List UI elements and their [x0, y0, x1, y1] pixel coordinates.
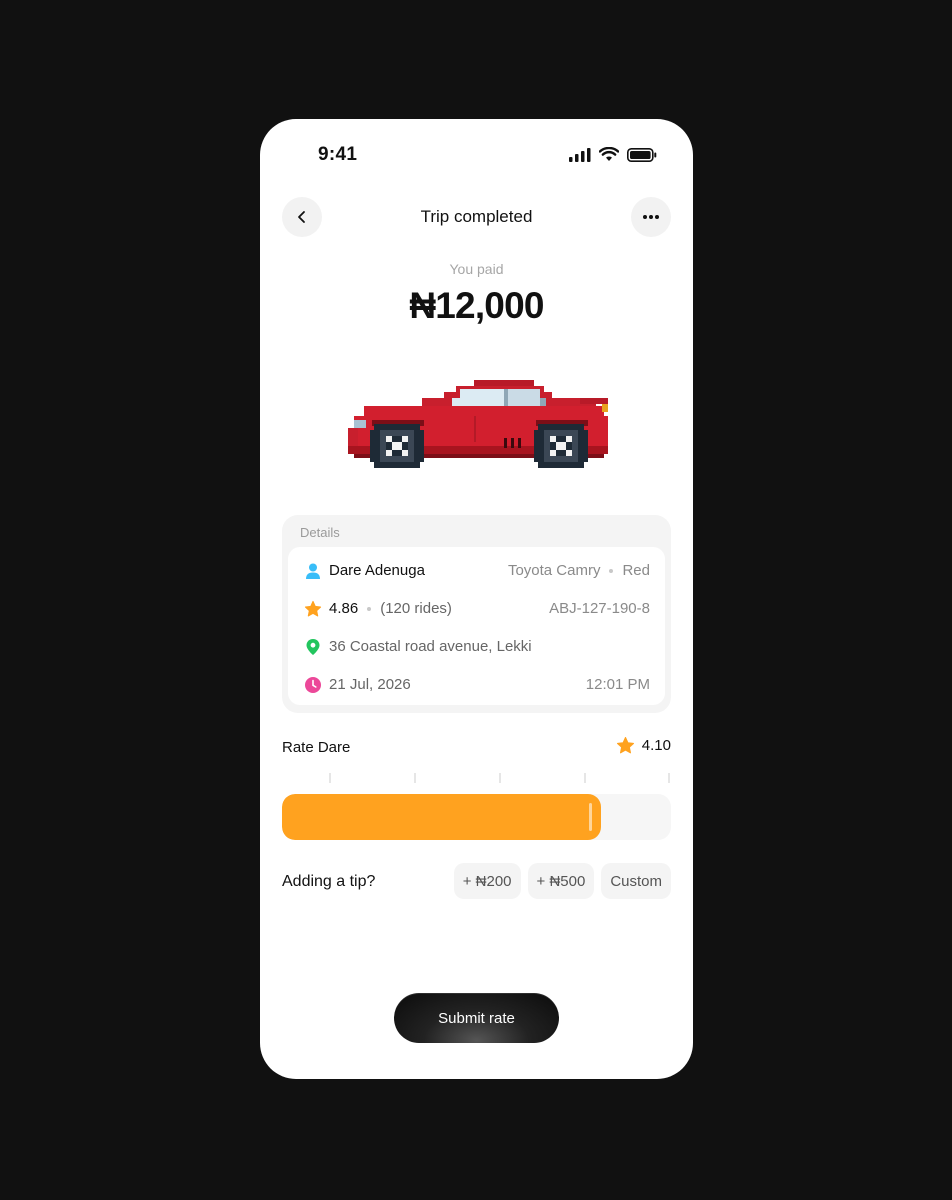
phone-screen: 9:41 Trip completed You paid ₦12,000 Det…: [260, 119, 693, 1079]
car-model: Toyota Camry: [507, 562, 601, 579]
status-time: 9:41: [318, 144, 358, 165]
car-wheel: [370, 424, 424, 468]
paid-amount: ₦12,000: [409, 285, 544, 326]
tip-500-button[interactable]: + ₦500: [527, 863, 595, 899]
vehicle-info: Toyota Camry Red: [508, 562, 650, 579]
driver-row: Dare Adenuga Toyota Camry Red: [288, 559, 665, 583]
rate-value-display: 4.10: [616, 736, 671, 755]
battery-icon: [627, 147, 657, 162]
wifi-icon: [599, 147, 619, 161]
rating-slider-handle[interactable]: [589, 803, 592, 831]
car-illustration: [348, 380, 608, 468]
trip-address: 36 Coastal road avenue, Lekki: [329, 638, 532, 655]
tick-mark: [414, 773, 416, 783]
rating-slider[interactable]: [282, 794, 671, 840]
details-title: Details: [300, 525, 340, 540]
address-row: 36 Coastal road avenue, Lekki: [288, 635, 665, 659]
star-icon: [304, 600, 322, 617]
datetime-row: 21 Jul, 2026 12:01 PM: [288, 673, 665, 697]
tick-mark: [584, 773, 586, 783]
tip-200-button[interactable]: + ₦200: [453, 863, 521, 899]
tick-mark: [668, 773, 670, 783]
ride-count: (120 rides): [380, 600, 452, 617]
signal-icon: [569, 147, 591, 162]
trip-time: 12:01 PM: [585, 676, 650, 693]
star-icon: [616, 736, 634, 754]
tip-custom-button[interactable]: Custom: [601, 863, 671, 899]
paid-label: You paid: [449, 261, 504, 277]
details-card: Details Dare Adenuga Toyota Camry Red 4.8…: [282, 515, 671, 713]
ellipsis-icon: [643, 215, 659, 219]
car-wheel: [534, 424, 588, 468]
tip-options: + ₦200 + ₦500 Custom: [453, 863, 671, 899]
rate-label: Rate Dare: [282, 739, 351, 756]
tick-mark: [329, 773, 331, 783]
driver-rating: 4.86: [329, 600, 359, 617]
plate-number: ABJ-127-190-8: [549, 600, 650, 617]
rating-row: 4.86 (120 rides) ABJ-127-190-8: [288, 597, 665, 621]
rating-slider-fill: [282, 794, 601, 840]
separator-dot: [609, 569, 614, 574]
location-pin-icon: [306, 639, 320, 655]
page-title: Trip completed: [420, 207, 533, 226]
rate-value: 4.10: [641, 737, 671, 754]
details-list: Dare Adenuga Toyota Camry Red 4.86 (120 ri…: [288, 547, 665, 705]
driver-name: Dare Adenuga: [329, 562, 425, 579]
rating-ticks: [282, 773, 671, 785]
tip-label: Adding a tip?: [282, 873, 376, 890]
clock-icon: [305, 677, 321, 693]
tick-mark: [499, 773, 501, 783]
person-icon: [306, 563, 320, 579]
submit-rate-button[interactable]: Submit rate: [394, 993, 559, 1043]
car-color: Red: [622, 562, 650, 579]
status-icons: [569, 147, 657, 162]
driver-rating-info: 4.86 (120 rides): [329, 600, 452, 617]
trip-date: 21 Jul, 2026: [329, 676, 411, 693]
separator-dot: [367, 607, 372, 612]
more-button[interactable]: [631, 197, 671, 237]
